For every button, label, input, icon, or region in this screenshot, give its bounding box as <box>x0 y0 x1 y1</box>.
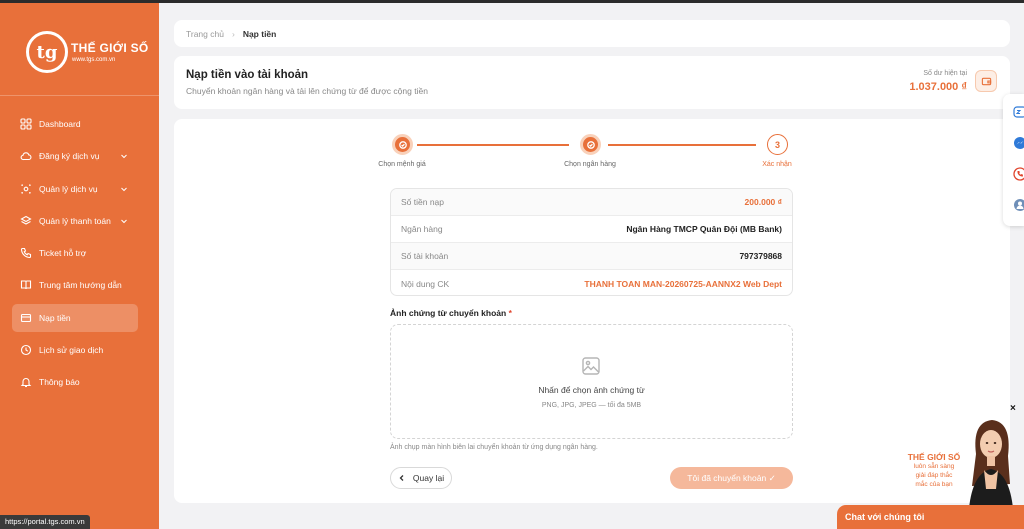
sidebar-item-topup[interactable]: Nạp tiền <box>12 303 138 332</box>
sidebar-item-label: Quản lý thanh toán <box>39 215 111 226</box>
sidebar-item-label: Lịch sử giao dịch <box>39 345 104 356</box>
page-subtitle: Chuyển khoản ngân hàng và tải lên chứng … <box>186 86 428 96</box>
summary-value: THANH TOAN MAN-20260725-AANNX2 Web Dept <box>584 278 782 289</box>
bell-icon <box>20 376 32 388</box>
wallet-icon <box>981 77 991 85</box>
upload-hint: PNG, JPG, JPEG — tối đa 5MB <box>541 402 642 409</box>
topup-confirm-card: Chọn mệnh giá Chọn ngân hàng 3 Xác nhận … <box>174 119 1010 503</box>
balance-label: Số dư hiện tại <box>923 70 967 77</box>
promo-line: giải đáp thắc <box>915 472 953 479</box>
sidebar-item-ticket[interactable]: Ticket hỗ trợ <box>12 239 138 267</box>
grid-icon <box>20 118 32 130</box>
summary-row-bank: Ngân hàng Ngân Hàng TMCP Quân Đội (MB Ba… <box>391 216 792 243</box>
check-icon <box>398 140 407 149</box>
back-button-label: Quay lại <box>412 473 445 483</box>
breadcrumb-home-link[interactable]: Trang chủ <box>186 29 224 39</box>
stepper: Chọn mệnh giá Chọn ngân hàng 3 Xác nhận <box>378 134 798 174</box>
transfer-summary-table: Số tiền nạp 200.000 ₫ Ngân hàng Ngân Hàn… <box>390 188 793 296</box>
check-icon <box>586 140 595 149</box>
summary-value: 200.000 ₫ <box>744 197 782 207</box>
sidebar-item-label: Đăng ký dịch vụ <box>39 151 100 162</box>
breadcrumb-current: Nạp tiền <box>242 28 277 39</box>
step-connector <box>608 144 756 146</box>
sidebar: tg THẾ GIỚI SỐ www.tgs.com.vn Dashboard … <box>0 3 159 529</box>
sidebar-item-notifications[interactable]: Thông báo <box>12 368 138 396</box>
sidebar-nav: Dashboard Đăng ký dịch vụ Quản lý dịch v… <box>12 110 138 401</box>
wallet-button[interactable] <box>975 70 997 92</box>
close-chat-promo-icon[interactable]: × <box>1010 403 1016 414</box>
summary-label: Số tài khoản <box>401 251 449 261</box>
summary-row-amount: Số tiền nạp 200.000 ₫ <box>391 189 792 216</box>
hotline-icon[interactable] <box>1013 167 1024 181</box>
sidebar-item-label: Thông báo <box>39 377 80 388</box>
messenger-icon[interactable] <box>1013 136 1024 150</box>
upload-note: Ảnh chụp màn hình biên lai chuyển khoản … <box>390 444 598 451</box>
sidebar-item-label: Trung tâm hướng dẫn <box>39 280 122 291</box>
back-button[interactable]: Quay lại <box>390 467 452 489</box>
sidebar-item-history[interactable]: Lịch sử giao dịch <box>12 336 138 364</box>
status-bar-url: https://portal.tgs.com.vn <box>0 515 90 529</box>
summary-value: 797379868 <box>739 251 782 261</box>
support-agent-icon[interactable] <box>1013 198 1024 212</box>
sidebar-item-label: Dashboard <box>39 119 81 129</box>
summary-label: Ngân hàng <box>401 224 443 234</box>
upload-prompt: Nhấn để chọn ảnh chứng từ <box>538 385 645 395</box>
chevron-left-icon <box>399 475 404 481</box>
upload-field-label: Ảnh chứng từ chuyển khoản * <box>390 308 512 318</box>
confirm-transferred-button[interactable]: Tôi đã chuyển khoản ✓ <box>670 467 793 489</box>
page-title: Nạp tiền vào tài khoản <box>186 69 309 81</box>
sidebar-item-service-register[interactable]: Đăng ký dịch vụ <box>12 142 138 170</box>
sidebar-item-label: Quản lý dịch vụ <box>39 183 98 194</box>
promo-title: THẾ GIỚI SỐ <box>907 452 961 462</box>
summary-row-account-number: Số tài khoản 797379868 <box>391 243 792 270</box>
chat-promo: THẾ GIỚI SỐ luôn sẵn sàng giải đáp thắc … <box>899 452 969 489</box>
sidebar-divider <box>0 95 159 96</box>
chevron-down-icon <box>120 152 128 160</box>
zalo-icon[interactable] <box>1013 105 1024 119</box>
breadcrumb: Trang chủ › Nạp tiền <box>174 20 1010 47</box>
sidebar-item-guide[interactable]: Trung tâm hướng dẫn <box>12 271 138 299</box>
sidebar-item-label: Ticket hỗ trợ <box>39 248 87 259</box>
summary-row-transfer-content: Nội dung CK THANH TOAN MAN-20260725-AANN… <box>391 270 792 295</box>
logo-website: www.tgs.com.vn <box>72 57 116 63</box>
layers-icon <box>20 215 32 227</box>
chevron-right-icon: › <box>231 28 235 39</box>
page-header-card: Nạp tiền vào tài khoản Chuyển khoản ngân… <box>174 56 1010 109</box>
cloud-icon <box>20 150 32 162</box>
step-2-label: Chọn ngân hàng <box>564 161 616 168</box>
sidebar-item-service-manage[interactable]: Quản lý dịch vụ <box>12 175 138 203</box>
chevron-down-icon <box>120 185 128 193</box>
brand-logo[interactable]: tg THẾ GIỚI SỐ www.tgs.com.vn <box>26 31 148 77</box>
chevron-down-icon <box>120 217 128 225</box>
logo-mark: tg <box>26 31 68 73</box>
step-1-circle <box>392 134 413 155</box>
history-icon <box>20 344 32 356</box>
summary-label: Nội dung CK <box>401 278 450 289</box>
chat-with-us-button[interactable]: Chat với chúng tôi <box>837 505 1024 529</box>
image-icon <box>581 356 601 376</box>
upload-label-text: Ảnh chứng từ chuyển khoản <box>390 308 507 318</box>
sidebar-item-label: Nạp tiền <box>39 312 71 323</box>
logo-name: THẾ GIỚI SỐ <box>71 41 149 55</box>
settings-icon <box>20 183 32 195</box>
step-2-circle <box>580 134 601 155</box>
promo-line: luôn sẵn sàng <box>913 463 955 470</box>
wallet-icon <box>20 312 32 324</box>
book-icon <box>20 279 32 291</box>
step-3-circle: 3 <box>767 134 788 155</box>
promo-line: mắc của bạn <box>915 481 953 488</box>
required-mark: * <box>508 308 512 318</box>
step-connector <box>417 144 569 146</box>
summary-label: Số tiền nạp <box>401 197 445 207</box>
balance-value: 1.037.000 ₫ <box>909 81 967 93</box>
receipt-upload-dropzone[interactable]: Nhấn để chọn ảnh chứng từ PNG, JPG, JPEG… <box>390 324 793 439</box>
sidebar-item-dashboard[interactable]: Dashboard <box>12 110 138 138</box>
sidebar-item-payment-manage[interactable]: Quản lý thanh toán <box>12 207 138 235</box>
step-1-label: Chọn mệnh giá <box>378 161 426 168</box>
step-3-label: Xác nhận <box>762 161 792 168</box>
floating-contact-bar <box>1003 94 1024 226</box>
phone-icon <box>20 247 32 259</box>
summary-value: Ngân Hàng TMCP Quân Đội (MB Bank) <box>626 224 782 234</box>
